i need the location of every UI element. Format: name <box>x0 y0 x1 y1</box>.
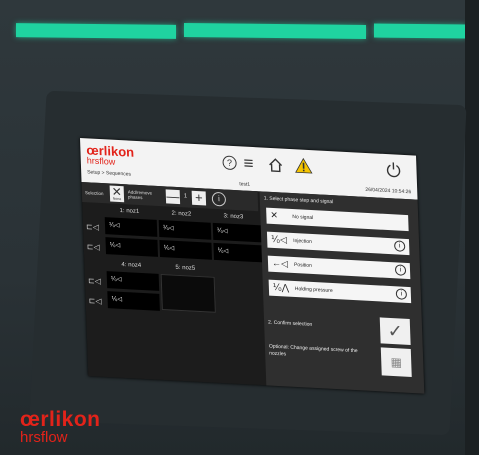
device-logo-sub: hrsflow <box>20 429 68 446</box>
nozzle-row-icon: ⊏◁ <box>87 276 101 286</box>
status-light-bar <box>184 23 366 39</box>
option-position[interactable]: ←◁ Position i <box>267 255 411 280</box>
option-holding-pressure[interactable]: ⅟₀⋀ Holding pressure i <box>268 279 412 304</box>
menu-icon[interactable]: ≡ <box>243 154 254 174</box>
touchscreen: œrlikon hrsflow Setup > Sequences ? ≡ te… <box>80 138 425 394</box>
status-light-bar <box>16 23 176 39</box>
none-label: None <box>112 196 122 202</box>
option-label: Position <box>293 262 312 269</box>
add-remove-label: Add/remove phases <box>127 189 153 201</box>
nozzle-row-icon: ⊏◁ <box>86 242 100 252</box>
nozzle-cell-empty[interactable] <box>160 273 216 313</box>
nozzle-cell[interactable]: ⅟₀◁ <box>213 242 267 263</box>
nozzle-header: 1: noz1 <box>119 207 140 215</box>
injection-icon: ⅟₀◁ <box>162 225 174 232</box>
phase-count: 1 <box>183 193 188 200</box>
info-icon[interactable]: i <box>394 240 406 252</box>
injection-icon: ⅟₀◁ <box>109 242 121 249</box>
add-phase-button[interactable]: + <box>191 190 207 206</box>
nozzle-header: 5: noz5 <box>175 264 196 272</box>
select-none-button[interactable]: ✕ None <box>109 185 125 203</box>
injection-icon: ⅟₀◁ <box>163 245 175 252</box>
home-icon[interactable] <box>267 157 284 179</box>
help-icon[interactable]: ? <box>222 155 237 171</box>
device-logo-brand: œrlikon <box>20 408 101 431</box>
nozzle-cell[interactable]: ⅟₀◁ <box>106 271 160 291</box>
device-housing: œrlikon hrsflow Setup > Sequences ? ≡ te… <box>0 0 479 455</box>
selection-label: Selection <box>84 190 104 197</box>
nozzle-header: 2: noz2 <box>171 210 192 218</box>
nozzle-row-icon: ⊏◁ <box>88 296 102 306</box>
injection-icon: ⅟₀◁ <box>110 276 122 283</box>
info-icon[interactable]: i <box>211 191 227 207</box>
datetime: 26/04/2024 10:54:26 <box>365 186 412 196</box>
nozzle-row-icon: ⊏◁ <box>85 222 100 232</box>
injection-icon: ⅟₀◁ <box>271 233 288 245</box>
remove-phase-button[interactable]: — <box>165 188 181 205</box>
option-injection[interactable]: ⅟₀◁ Injection i <box>266 231 410 256</box>
injection-icon: ⅟₀◁ <box>108 222 120 229</box>
option-label: Holding pressure <box>294 286 333 294</box>
screen-logo: œrlikon hrsflow <box>86 142 134 167</box>
info-icon[interactable]: i <box>394 264 407 276</box>
device-side-edge <box>465 0 479 455</box>
nozzle-cell[interactable]: ⅟₀◁ <box>212 222 266 243</box>
warning-icon[interactable] <box>294 157 313 179</box>
option-label: No signal <box>292 214 314 222</box>
injection-icon: ⅟₀◁ <box>111 296 123 303</box>
phase-panel-title: 1. Select phase step and signal <box>263 195 334 206</box>
nozzle-header: 4: noz4 <box>121 261 142 269</box>
change-screw-button[interactable]: ▦ <box>380 347 412 377</box>
phase-panel: 1. Select phase step and signal ✕ No sig… <box>259 191 425 394</box>
nozzle-cell[interactable]: ⅟₀◁ <box>159 239 213 260</box>
injection-icon: ⅟₀◁ <box>216 228 228 235</box>
nozzle-header: 3: noz3 <box>223 213 244 221</box>
no-signal-icon: ✕ <box>270 209 279 221</box>
optional-label: Optional: Change assigned screw of the n… <box>268 343 358 358</box>
nozzle-cell[interactable]: ⅟₀◁ <box>105 237 159 257</box>
device-logo: œrlikon hrsflow <box>20 408 101 446</box>
power-icon[interactable] <box>385 161 402 185</box>
nozzle-cell[interactable]: ⅟₀◁ <box>107 291 160 311</box>
injection-icon: ⅟₀◁ <box>217 248 229 255</box>
confirm-label: 2. Confirm selection <box>268 319 313 328</box>
info-icon[interactable]: i <box>395 288 408 300</box>
option-no-signal[interactable]: ✕ No signal <box>266 207 409 232</box>
nozzle-cell[interactable]: ⅟₀◁ <box>104 217 158 237</box>
status-light-bar <box>374 23 466 39</box>
confirm-check-button[interactable]: ✓ <box>379 317 411 345</box>
option-label: Injection <box>293 238 312 245</box>
position-icon: ←◁ <box>271 257 289 269</box>
nozzle-cell[interactable]: ⅟₀◁ <box>158 219 212 240</box>
breadcrumb[interactable]: Setup > Sequences <box>87 169 131 177</box>
holding-pressure-icon: ⅟₀⋀ <box>272 281 290 293</box>
recipe-name: test1 <box>239 181 251 188</box>
